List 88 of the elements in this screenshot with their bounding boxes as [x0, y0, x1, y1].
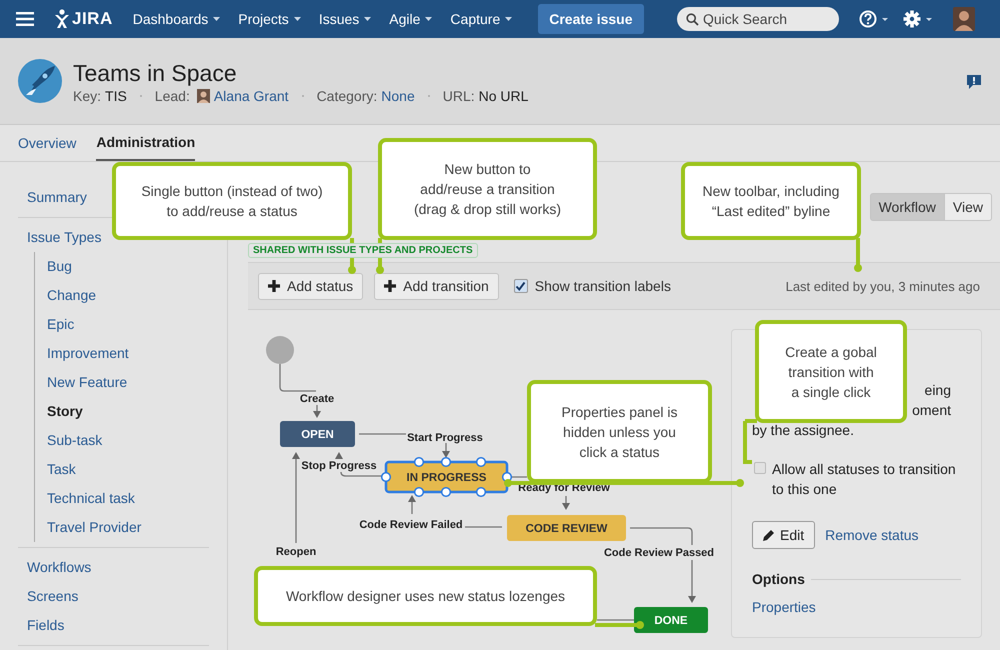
nav-menu[interactable]: Capture [450, 11, 512, 27]
callout: New button to add/reuse a transition (drag & drop still works) [378, 138, 597, 240]
url-label: URL: [442, 88, 475, 104]
help-icon[interactable] [859, 10, 889, 28]
add-transition-button[interactable]: Add transition [374, 272, 499, 300]
sidebar-item[interactable]: Summary [27, 183, 87, 212]
project-key: TIS [105, 88, 127, 104]
lead-link[interactable]: Alana Grant [214, 88, 289, 104]
options-heading: Options [752, 571, 805, 587]
feedback-icon[interactable] [966, 74, 982, 90]
tab[interactable]: Overview [18, 126, 76, 160]
status-description: eing [924, 381, 951, 400]
avatar-icon[interactable] [953, 7, 975, 31]
last-edited-byline: Last edited by you, 3 minutes ago [786, 278, 980, 294]
leader-line [595, 621, 644, 629]
checkbox[interactable] [514, 279, 528, 293]
category-label: Category: [316, 88, 378, 104]
caret-icon [425, 17, 432, 21]
url-value: No URL [478, 88, 528, 104]
remove-status-link[interactable]: Remove status [825, 527, 918, 543]
menu-icon[interactable] [16, 12, 34, 26]
plus-icon [384, 280, 396, 292]
sidebar-item[interactable]: Bug [47, 252, 72, 281]
transition-label[interactable]: Stop Progress [301, 460, 377, 472]
sidebar-item[interactable]: Issue Types [27, 223, 102, 252]
properties-link[interactable]: Properties [752, 599, 961, 615]
create-issue-button[interactable]: Create issue [538, 4, 644, 34]
view-toggle-button[interactable]: Workflow [870, 193, 945, 221]
nav-menu[interactable]: Dashboards [132, 11, 220, 27]
view-toggle-button[interactable]: View [944, 193, 992, 221]
transition-label[interactable]: Reopen [276, 546, 316, 558]
callout: Create a gobal transition with a single click [755, 320, 907, 423]
logo-text[interactable]: JIRA [72, 9, 113, 29]
sidebar-item[interactable]: Fields [27, 611, 64, 640]
sidebar-item[interactable]: Workflows [27, 553, 92, 582]
callout: New toolbar, including “Last edited” byline [681, 162, 861, 240]
sidebar-item[interactable]: Screens [27, 582, 78, 611]
transition-label[interactable]: Start Progress [407, 432, 483, 444]
caret-icon [364, 17, 372, 21]
key-label: Key: [73, 88, 102, 104]
transition-label[interactable]: Create [300, 393, 334, 405]
category-link[interactable]: None [381, 88, 415, 104]
sidebar-item[interactable]: Task [47, 455, 76, 484]
status-description: by the assignee. [752, 421, 854, 440]
edit-button[interactable]: Edit [752, 521, 816, 549]
caret-icon [505, 17, 512, 21]
checkbox[interactable] [754, 462, 766, 474]
search-icon [686, 13, 699, 26]
status-lozenge[interactable]: OPEN [280, 421, 355, 447]
callout: Properties panel is hidden unless you click a status [527, 380, 712, 483]
sidebar-item[interactable]: Technical task [47, 484, 135, 513]
start-node [266, 336, 294, 364]
caret-icon [213, 17, 220, 21]
rocket-avatar-icon [18, 59, 62, 103]
sidebar-item[interactable]: Change [47, 281, 96, 310]
sidebar-item[interactable]: Improvement [47, 339, 129, 368]
logo-icon[interactable] [54, 9, 70, 29]
sidebar-item[interactable]: New Feature [47, 368, 128, 397]
user-avatar-icon [196, 88, 210, 102]
callout: Workflow designer uses new status lozenges [254, 566, 597, 626]
nav-menu[interactable]: Projects [238, 11, 301, 27]
sidebar-item[interactable]: Story [47, 397, 83, 426]
callout: Single button (instead of two) to add/reuse a status [112, 162, 352, 240]
transition-label[interactable]: Code Review Passed [604, 547, 714, 559]
nav-menu[interactable]: Issues [318, 11, 372, 27]
pencil-icon [763, 529, 775, 541]
checkbox-label: Allow all statuses to transition to this one [772, 460, 957, 499]
search-field[interactable]: Quick Search [677, 7, 839, 31]
nav-menu[interactable]: Agile [389, 11, 432, 27]
add-status-button[interactable]: Add status [258, 272, 364, 300]
lead-label: Lead: [154, 88, 190, 104]
checkbox-label: Show transition labels [534, 278, 671, 294]
caret-icon [294, 17, 301, 21]
status-lozenge[interactable]: DONE [634, 607, 708, 633]
sidebar-item[interactable]: Epic [47, 310, 74, 339]
shared-lozenge: SHARED WITH ISSUE TYPES AND PROJECTS [248, 243, 478, 258]
transition-line [597, 619, 634, 621]
transition-line [279, 364, 316, 392]
plus-icon [268, 280, 280, 292]
sidebar-item[interactable]: Travel Provider [47, 513, 142, 542]
transition-line [313, 405, 321, 418]
status-description: oment [912, 401, 951, 420]
project-title: Teams in Space [73, 58, 238, 86]
status-lozenge[interactable]: CODE REVIEW [507, 515, 626, 541]
sidebar-item[interactable]: Sub-task [47, 426, 102, 455]
settings-icon[interactable] [903, 10, 933, 28]
leader-line [854, 238, 862, 272]
transition-label[interactable]: Code Review Failed [359, 519, 463, 531]
